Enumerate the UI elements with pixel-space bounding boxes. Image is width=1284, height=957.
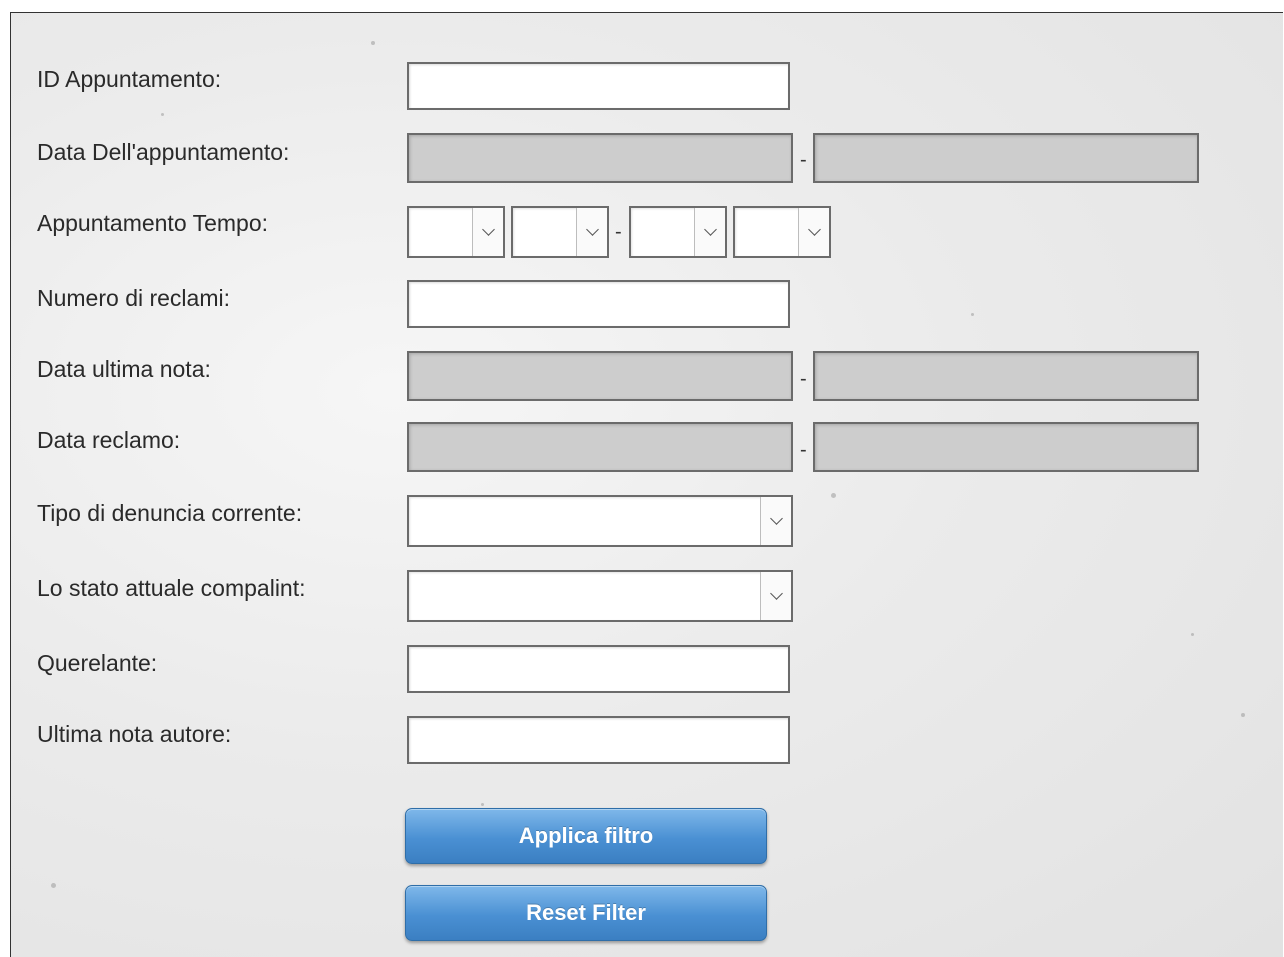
data-reclamo-to-input[interactable]	[813, 422, 1199, 472]
texture-speck	[51, 883, 56, 888]
stato-attuale-select[interactable]	[407, 570, 793, 622]
data-reclamo-label: Data reclamo:	[37, 427, 181, 453]
chevron-down-icon	[760, 572, 791, 620]
data-ultima-nota-from-input[interactable]	[407, 351, 793, 401]
id-appuntamento-label: ID Appuntamento:	[37, 66, 222, 92]
data-reclamo-from-input[interactable]	[407, 422, 793, 472]
id-appuntamento-input[interactable]	[407, 62, 790, 110]
apply-filter-button[interactable]: Applica filtro	[405, 808, 767, 864]
tipo-denuncia-label: Tipo di denuncia corrente:	[37, 500, 303, 526]
appuntamento-tempo-label: Appuntamento Tempo:	[37, 210, 269, 236]
chevron-down-icon	[798, 208, 829, 256]
numero-reclami-label: Numero di reclami:	[37, 285, 230, 311]
ultima-nota-autore-input[interactable]	[407, 716, 790, 764]
date-range-separator: -	[800, 368, 807, 390]
date-range-separator: -	[800, 149, 807, 171]
texture-speck	[1191, 633, 1194, 636]
querelante-input[interactable]	[407, 645, 790, 693]
filter-panel: ID Appuntamento: Data Dell'appuntamento:…	[10, 12, 1283, 957]
tempo-to-hour-select[interactable]	[629, 206, 727, 258]
data-appuntamento-label: Data Dell'appuntamento:	[37, 139, 290, 165]
reset-filter-button[interactable]: Reset Filter	[405, 885, 767, 941]
texture-speck	[831, 493, 836, 498]
chevron-down-icon	[576, 208, 607, 256]
tempo-from-hour-select[interactable]	[407, 206, 505, 258]
data-appuntamento-from-input[interactable]	[407, 133, 793, 183]
chevron-down-icon	[694, 208, 725, 256]
data-ultima-nota-to-input[interactable]	[813, 351, 1199, 401]
querelante-label: Querelante:	[37, 650, 158, 676]
date-range-separator: -	[800, 439, 807, 461]
ultima-nota-autore-label: Ultima nota autore:	[37, 721, 232, 747]
texture-speck	[161, 113, 164, 116]
stato-attuale-label: Lo stato attuale compalint:	[37, 575, 306, 601]
texture-speck	[1241, 713, 1245, 717]
chevron-down-icon	[760, 497, 791, 545]
texture-speck	[971, 313, 974, 316]
numero-reclami-input[interactable]	[407, 280, 790, 328]
texture-speck	[481, 803, 484, 806]
time-range-separator: -	[615, 221, 622, 243]
texture-speck	[371, 41, 375, 45]
tempo-to-minute-select[interactable]	[733, 206, 831, 258]
tempo-from-minute-select[interactable]	[511, 206, 609, 258]
chevron-down-icon	[472, 208, 503, 256]
data-ultima-nota-label: Data ultima nota:	[37, 356, 211, 382]
data-appuntamento-to-input[interactable]	[813, 133, 1199, 183]
tipo-denuncia-select[interactable]	[407, 495, 793, 547]
